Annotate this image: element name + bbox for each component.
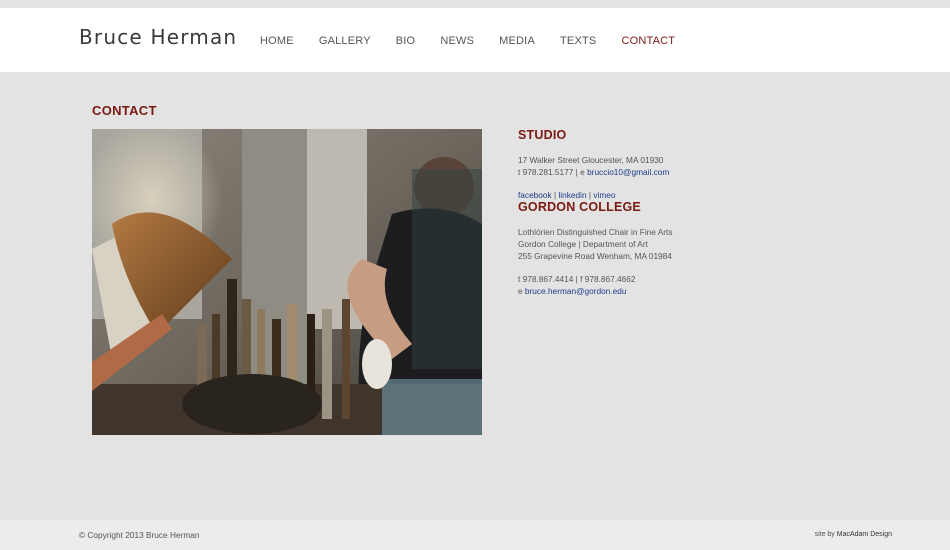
social-links: facebook | linkedin | vimeo [518, 190, 616, 200]
nav-texts[interactable]: TEXTS [560, 35, 596, 47]
gordon-address: 255 Grapevine Road Wenham, MA 01984 [518, 251, 672, 261]
studio-address: 17 Walker Street Gloucester, MA 01930 [518, 155, 664, 165]
vimeo-link[interactable]: vimeo [593, 190, 615, 200]
studio-contact-line: t 978.281.5177 | e bruccio10@gmail.com [518, 167, 669, 177]
gordon-heading: GORDON COLLEGE [518, 200, 641, 214]
gordon-phone-fax: t 978.867.4414 | f 978.867.4662 [518, 274, 636, 284]
email-prefix: e [518, 286, 525, 296]
nav-news[interactable]: NEWS [440, 35, 474, 47]
studio-photo [92, 129, 482, 435]
gordon-department: Gordon College | Department of Art [518, 239, 648, 249]
site-credit: site by MacAdam Design [815, 531, 892, 538]
credit-prefix: site by [814, 531, 837, 538]
site-logo[interactable]: Bruce Herman [79, 25, 237, 49]
gordon-position: Lothlórien Distinguished Chair in Fine A… [518, 227, 673, 237]
nav-bio[interactable]: BIO [396, 35, 416, 47]
top-strip [0, 0, 950, 8]
gordon-email-line: e bruce.herman@gordon.edu [518, 286, 627, 296]
credit-link[interactable]: MacAdam Design [837, 531, 892, 538]
facebook-link[interactable]: facebook [518, 190, 552, 200]
nav-gallery[interactable]: GALLERY [319, 35, 371, 47]
nav-media[interactable]: MEDIA [499, 35, 535, 47]
studio-heading: STUDIO [518, 128, 567, 142]
nav-home[interactable]: HOME [260, 35, 294, 47]
footer: © Copyright 2013 Bruce Herman site by Ma… [0, 520, 950, 550]
main-nav: HOME GALLERY BIO NEWS MEDIA TEXTS CONTAC… [260, 35, 700, 47]
copyright: © Copyright 2013 Bruce Herman [79, 530, 200, 540]
header: Bruce Herman HOME GALLERY BIO NEWS MEDIA… [0, 8, 950, 72]
studio-email-link[interactable]: bruccio10@gmail.com [587, 167, 669, 177]
page-title: CONTACT [92, 103, 157, 118]
studio-phone: t 978.281.5177 | e [518, 167, 588, 177]
linkedin-link[interactable]: linkedin [558, 190, 586, 200]
nav-contact[interactable]: CONTACT [621, 35, 675, 47]
gordon-email-link[interactable]: bruce.herman@gordon.edu [525, 286, 627, 296]
